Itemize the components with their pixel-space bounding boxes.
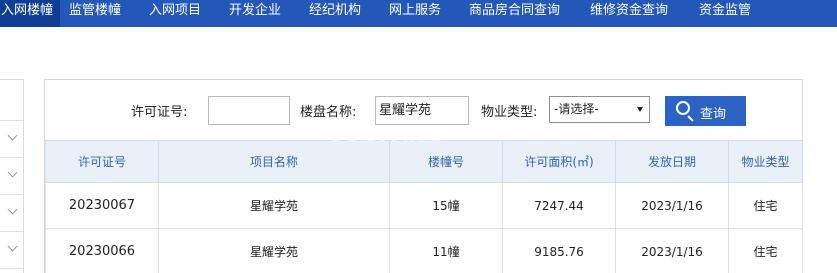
sidebar-item[interactable]: [0, 195, 23, 232]
chevron-right-icon: [7, 130, 18, 141]
cell-permit-number: 20230067: [45, 182, 159, 229]
col-header-permit-area[interactable]: 许可面积(㎡): [502, 140, 616, 183]
cell-permit-number: 20230066: [45, 228, 159, 273]
nav-item-fund-supervision[interactable]: 资金监管: [699, 0, 751, 27]
nav-item-network-projects[interactable]: 入网项目: [149, 0, 201, 27]
cell-building-number: 15幢: [389, 182, 503, 229]
col-header-building-number[interactable]: 楼幢号: [389, 140, 503, 183]
cell-issue-date: 2023/1/16: [615, 182, 729, 229]
property-type-label: 物业类型:: [481, 105, 538, 120]
building-name-label: 楼盘名称:: [300, 105, 357, 120]
nav-item-maintenance-fund-query[interactable]: 维修资金查询: [590, 0, 668, 27]
query-button[interactable]: 查询: [665, 96, 746, 126]
permit-number-label: 许可证号:: [131, 105, 188, 120]
cell-permit-area: 7247.44: [502, 182, 616, 229]
chevron-right-icon: [7, 241, 18, 252]
search-icon-handle: [687, 115, 694, 122]
sidebar-item[interactable]: [0, 121, 23, 158]
nav-item-brokerages[interactable]: 经纪机构: [309, 0, 361, 27]
cell-project-name[interactable]: 星耀学苑: [158, 228, 390, 273]
search-form: 许可证号: 楼盘名称: 星耀学苑 物业类型: -请选择- 查询: [45, 80, 802, 140]
table-row[interactable]: 20230066 星耀学苑 11幢 9185.76 2023/1/16 住宅: [45, 228, 803, 273]
nav-item-network-buildings[interactable]: 入网楼幢: [0, 0, 60, 27]
query-button-label: 查询: [700, 107, 727, 122]
cell-property-type: 住宅: [728, 228, 803, 273]
cell-property-type: 住宅: [728, 182, 803, 229]
chevron-right-icon: [7, 167, 18, 178]
main-panel: 许可证号: 楼盘名称: 星耀学苑 物业类型: -请选择- 查询 许可证号 项目名: [44, 79, 803, 273]
col-header-property-type[interactable]: 物业类型: [728, 140, 803, 183]
col-header-issue-date[interactable]: 发放日期: [615, 140, 729, 183]
nav-item-contract-query[interactable]: 商品房合同查询: [469, 0, 560, 27]
cell-issue-date: 2023/1/16: [615, 228, 729, 273]
cell-permit-area: 9185.76: [502, 228, 616, 273]
permit-number-input[interactable]: [208, 96, 290, 125]
nav-item-online-services[interactable]: 网上服务: [389, 0, 441, 27]
search-icon: [676, 101, 690, 115]
table-header-row: 许可证号 项目名称 楼幢号 许可面积(㎡) 发放日期 物业类型: [45, 140, 803, 183]
sidebar-item[interactable]: [0, 232, 23, 269]
chevron-down-icon: [637, 107, 643, 112]
cell-project-name[interactable]: 星耀学苑: [158, 182, 390, 229]
cell-building-number: 11幢: [389, 228, 503, 273]
property-type-select[interactable]: -请选择-: [549, 96, 650, 123]
building-name-input[interactable]: 星耀学苑: [375, 96, 469, 125]
col-header-permit-number[interactable]: 许可证号: [45, 140, 159, 183]
chevron-right-icon: [7, 204, 18, 215]
sidebar-item[interactable]: [0, 158, 23, 195]
sidebar: [0, 79, 24, 273]
table-row[interactable]: 20230067 星耀学苑 15幢 7247.44 2023/1/16 住宅: [45, 182, 803, 229]
top-nav: 入网楼幢 监管楼幢 入网项目 开发企业 经纪机构 网上服务 商品房合同查询 维修…: [0, 0, 837, 27]
col-header-project-name[interactable]: 项目名称: [158, 140, 390, 183]
nav-item-supervised-buildings[interactable]: 监管楼幢: [69, 0, 121, 27]
results-table: 许可证号 项目名称 楼幢号 许可面积(㎡) 发放日期 物业类型 20230067…: [45, 140, 803, 273]
property-type-selected: -请选择-: [554, 102, 599, 116]
nav-item-developers[interactable]: 开发企业: [229, 0, 281, 27]
sidebar-header: [0, 80, 23, 121]
